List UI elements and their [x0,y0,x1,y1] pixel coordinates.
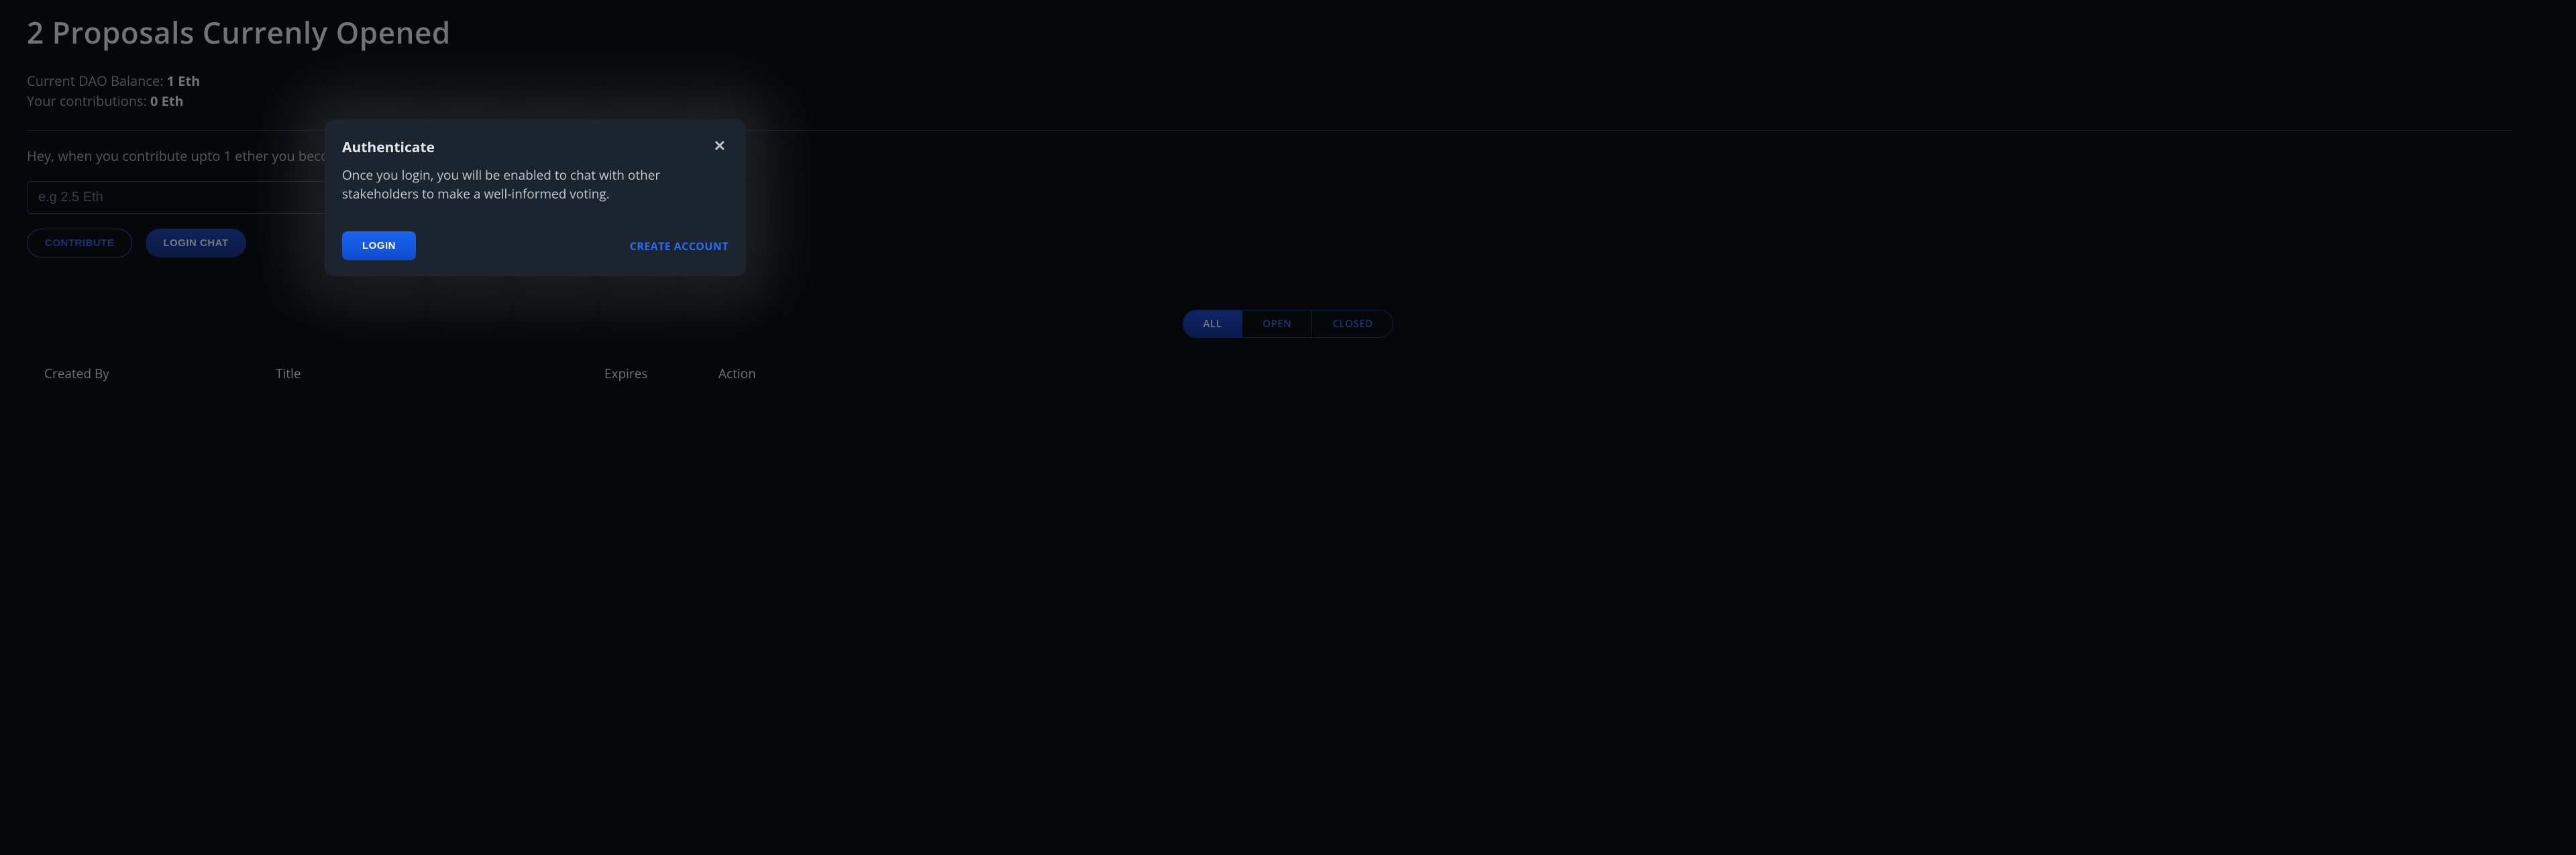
modal-header: Authenticate ✕ [342,138,729,157]
proposals-table-header: Created By Title Expires Action [27,365,2549,382]
dao-balance-value: 1 Eth [167,72,201,90]
contribute-button[interactable]: CONTRIBUTE [27,229,132,258]
filter-all[interactable]: ALL [1183,310,1243,337]
modal-actions: LOGIN CREATE ACCOUNT [342,231,729,260]
filter-open[interactable]: OPEN [1242,310,1312,337]
dao-balance-line: Current DAO Balance: 1 Eth [27,71,2549,91]
filter-segmented-control: ALL OPEN CLOSED [1183,310,1394,338]
modal-body-text: Once you login, you will be enabled to c… [342,166,729,203]
col-title: Title [276,365,604,382]
page-title: 2 Proposals Currenly Opened [27,12,2549,52]
create-account-link[interactable]: CREATE ACCOUNT [630,239,729,253]
col-expires: Expires [604,365,718,382]
dao-balance-label: Current DAO Balance: [27,72,167,90]
filter-closed[interactable]: CLOSED [1312,310,1393,337]
col-created-by: Created By [44,365,276,382]
contributions-line: Your contributions: 0 Eth [27,91,2549,111]
authenticate-modal: Authenticate ✕ Once you login, you will … [325,119,746,276]
contributions-label: Your contributions: [27,92,150,110]
close-icon[interactable]: ✕ [711,138,729,153]
contributions-value: 0 Eth [150,92,184,110]
login-chat-button[interactable]: LOGIN CHAT [146,229,246,258]
login-button[interactable]: LOGIN [342,231,416,260]
col-action: Action [718,365,786,382]
modal-title: Authenticate [342,138,435,157]
filter-segment-wrap: ALL OPEN CLOSED [27,310,2549,338]
